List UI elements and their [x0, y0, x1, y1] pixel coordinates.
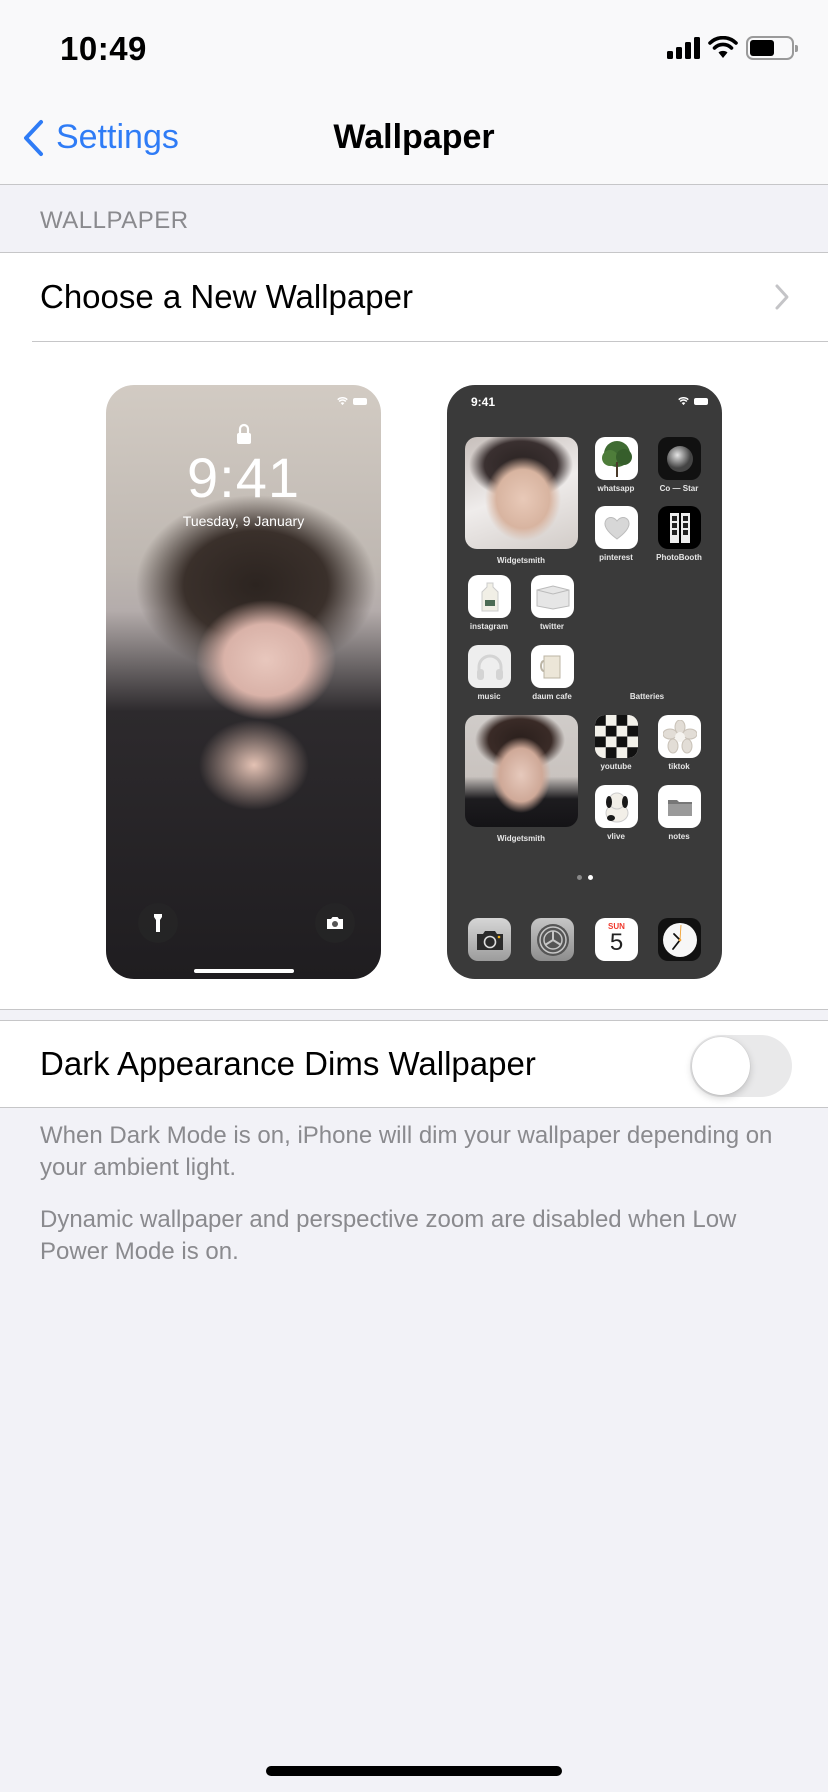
row-separator	[32, 341, 828, 342]
wallpaper-group: Choose a New Wallpaper 9:41 Tuesday, 9 J…	[0, 252, 828, 1010]
home-status-icons	[678, 397, 708, 406]
navigation-bar	[0, 0, 828, 185]
plush-dog-icon	[595, 785, 638, 828]
app-label: tiktok	[668, 762, 690, 771]
dark-appearance-label: Dark Appearance Dims Wallpaper	[40, 1045, 536, 1082]
moon-icon	[658, 437, 701, 480]
app-label: instagram	[469, 622, 509, 631]
widget-label: Widgetsmith	[497, 556, 545, 565]
chevron-right-icon	[775, 284, 789, 310]
wifi-icon	[337, 397, 348, 406]
tree-icon	[595, 437, 638, 480]
flashlight-icon	[138, 903, 178, 943]
dark-appearance-row: Dark Appearance Dims Wallpaper	[0, 1020, 828, 1108]
back-button[interactable]: Settings	[22, 118, 179, 157]
wifi-icon	[708, 36, 738, 58]
app-label: whatsapp	[597, 484, 635, 493]
home-indicator	[194, 969, 294, 973]
app-label: pinterest	[599, 553, 633, 562]
dark-appearance-toggle[interactable]	[690, 1035, 792, 1097]
camera-icon	[468, 918, 511, 961]
calendar-date: 5	[609, 929, 624, 956]
milk-jug-icon	[468, 575, 511, 618]
status-time: 10:49	[60, 30, 147, 67]
film-strip-icon	[658, 506, 701, 549]
mug-icon	[531, 645, 574, 688]
app-label: youtube	[600, 762, 632, 771]
page-indicator	[447, 875, 722, 880]
widgetsmith-widget-photo	[465, 437, 578, 549]
app-label: daum cafe	[532, 692, 572, 701]
battery-icon	[746, 36, 798, 60]
app-label: PhotoBooth	[656, 553, 702, 562]
home-indicator	[266, 1766, 562, 1776]
app-label: music	[477, 692, 501, 701]
status-icons	[667, 36, 798, 60]
footnote-low-power: Dynamic wallpaper and perspective zoom a…	[40, 1206, 737, 1265]
flower-icon	[658, 715, 701, 758]
lock-time: 9:41	[187, 446, 300, 509]
lock-status-icons	[337, 397, 367, 406]
lock-screen-preview[interactable]: 9:41 Tuesday, 9 January	[106, 385, 381, 979]
calendar-icon: SUN 5	[595, 918, 638, 961]
cellular-signal-icon	[667, 37, 700, 59]
toggle-knob	[692, 1037, 750, 1095]
batteries-widget-label: Batteries	[629, 692, 665, 701]
gear-icon	[531, 918, 574, 961]
app-label: notes	[668, 832, 690, 841]
chevron-left-icon	[24, 119, 43, 156]
lock-date: Tuesday, 9 January	[182, 513, 305, 529]
battery-icon	[694, 398, 708, 405]
app-label: twitter	[540, 622, 564, 631]
app-label: Co — Star	[659, 484, 699, 493]
app-label: vlive	[607, 832, 625, 841]
heart-stone-icon	[595, 506, 638, 549]
back-label: Settings	[56, 118, 179, 156]
wifi-icon	[678, 397, 689, 406]
home-time: 9:41	[471, 395, 496, 409]
choose-new-wallpaper-label: Choose a New Wallpaper	[40, 278, 413, 315]
home-screen-preview[interactable]: 9:41 Widgetsmith whatsapp Co — Star pint…	[447, 385, 722, 979]
page-dot-active	[587, 875, 593, 880]
camera-icon	[315, 903, 355, 943]
widgetsmith-widget-photo	[465, 715, 578, 827]
choose-new-wallpaper-row[interactable]: Choose a New Wallpaper	[0, 253, 828, 341]
battery-icon	[353, 398, 367, 405]
page-dot	[576, 875, 582, 880]
folder-icon	[658, 785, 701, 828]
clock-icon	[658, 918, 701, 961]
box-icon	[531, 575, 574, 618]
footnote-dark-mode: When Dark Mode is on, iPhone will dim yo…	[40, 1122, 773, 1181]
widget-label: Widgetsmith	[497, 834, 545, 843]
headphones-icon	[468, 645, 511, 688]
section-header: WALLPAPER	[40, 207, 189, 234]
checkerboard-icon	[595, 715, 638, 758]
